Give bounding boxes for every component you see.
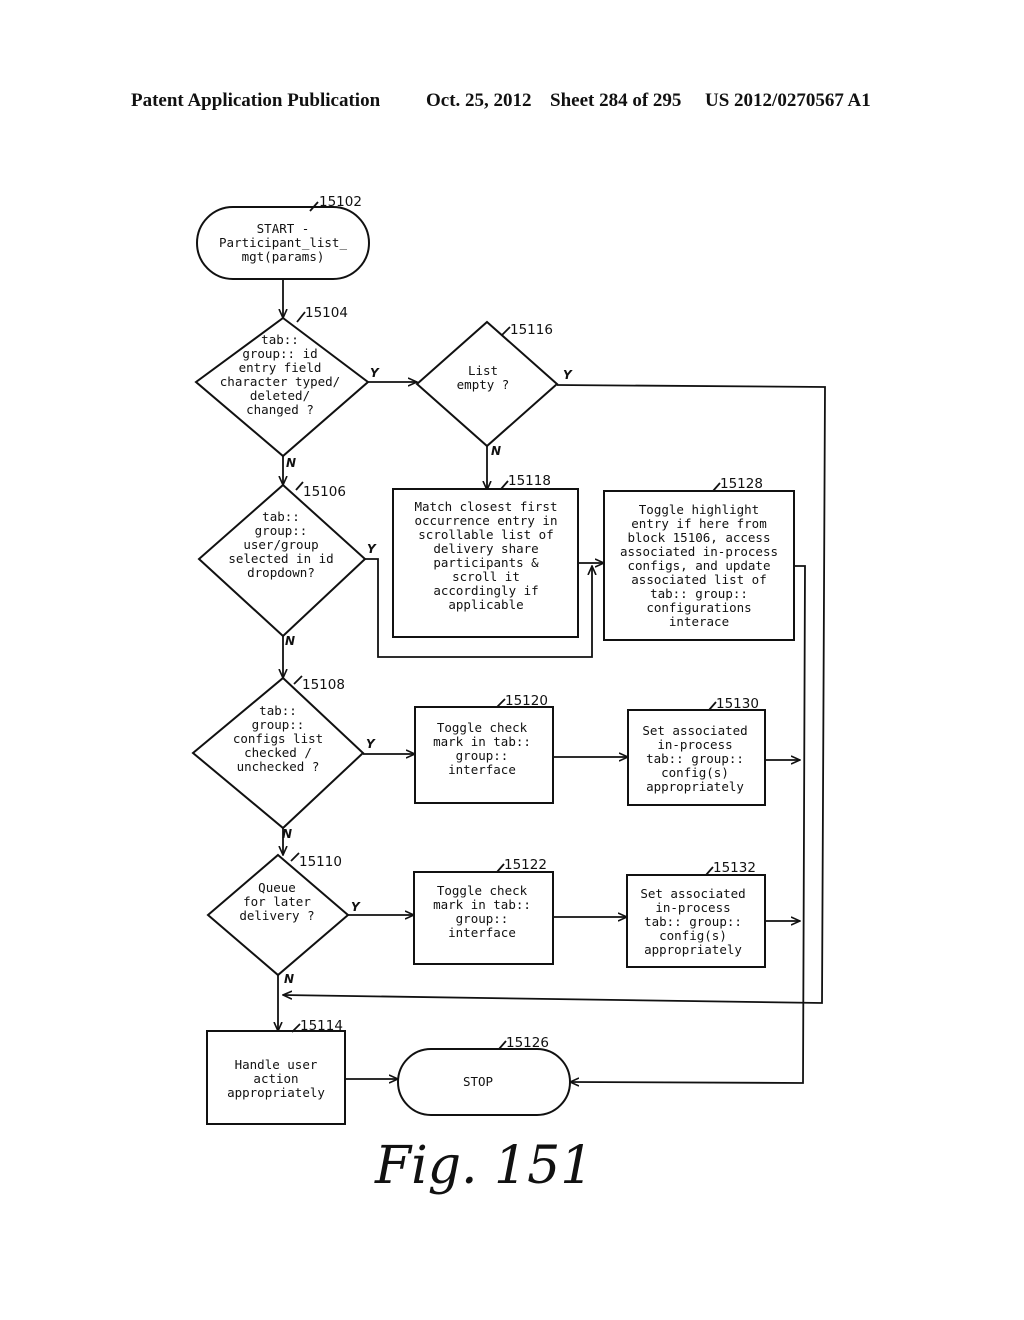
node-text-line: scrollable list of: [418, 527, 553, 542]
node-text-line: Handle user: [235, 1057, 318, 1072]
node-text-line: Set associated: [640, 886, 745, 901]
node-text-line: mark in tab::: [433, 734, 531, 749]
ref-15118: 15118: [508, 473, 551, 489]
node-text-line: entry if here from: [631, 516, 766, 531]
ref-15108: 15108: [302, 677, 345, 693]
node-text-line: START -: [257, 221, 310, 236]
node-text-line: Set associated: [642, 723, 747, 738]
node-text-line: Toggle check: [437, 720, 528, 735]
node-text-line: scroll it: [452, 569, 520, 584]
node-text-line: tab:: group::: [644, 914, 742, 929]
ref-15114: 15114: [300, 1018, 343, 1034]
label-no-15110: N: [284, 972, 294, 986]
label-yes-15106: Y: [367, 542, 377, 556]
node-text-line: tab:: group::: [650, 586, 748, 601]
label-no-15116: N: [491, 444, 501, 458]
node-text-line: associated in-process: [620, 544, 778, 559]
node-text-line: tab::: [259, 703, 297, 718]
node-text-line: STOP: [463, 1074, 493, 1089]
node-text-line: entry field: [239, 360, 322, 375]
figure-label: Fig. 151: [374, 1136, 593, 1196]
node-text-line: mark in tab::: [433, 897, 531, 912]
node-text-line: group::: [255, 523, 308, 538]
node-text-line: participants &: [433, 555, 539, 570]
node-text-15126: STOP: [463, 1074, 493, 1089]
node-text-line: configurations: [646, 600, 751, 615]
ref-15104: 15104: [305, 305, 348, 321]
node-text-line: delivery share: [433, 541, 538, 556]
node-text-line: dropdown?: [247, 565, 315, 580]
node-text-line: changed ?: [246, 402, 314, 417]
node-text-line: appropriately: [646, 779, 744, 794]
node-text-line: applicable: [448, 597, 523, 612]
node-text-line: interface: [448, 925, 516, 940]
node-text-line: group::: [456, 911, 509, 926]
node-text-line: interace: [669, 614, 729, 629]
node-text-line: action: [253, 1071, 298, 1086]
ref-15110: 15110: [299, 854, 342, 870]
node-text-line: empty ?: [457, 377, 510, 392]
edge-15128-15126: [570, 565, 806, 1083]
node-text-line: List: [468, 363, 498, 378]
ref-15126: 15126: [506, 1035, 549, 1051]
node-text-line: config(s): [659, 928, 727, 943]
node-text-line: Queue: [258, 880, 296, 895]
node-text-line: appropriately: [644, 942, 742, 957]
ref-15106: 15106: [303, 484, 346, 500]
label-yes-15108: Y: [366, 737, 376, 751]
node-text-line: configs list: [233, 731, 323, 746]
ref-15122: 15122: [504, 857, 547, 873]
label-yes-15104: Y: [370, 366, 380, 380]
node-text-line: block 15106, access: [628, 530, 771, 545]
node-text-line: user/group: [243, 537, 318, 552]
label-no-15104: N: [286, 456, 296, 470]
node-text-line: unchecked ?: [237, 759, 320, 774]
label-no-15108: N: [282, 827, 292, 841]
node-text-line: config(s): [661, 765, 729, 780]
node-text-line: tab:: group::: [646, 751, 744, 766]
node-text-line: configs, and update: [628, 558, 771, 573]
node-text-line: tab::: [261, 332, 299, 347]
node-text-line: delivery ?: [239, 908, 314, 923]
label-yes-15110: Y: [351, 900, 361, 914]
node-text-15130: Set associated in-process tab:: group:: con…: [642, 723, 747, 794]
node-text-15132: Set associated in-process tab:: group:: con…: [640, 886, 745, 957]
node-text-line: Toggle highlight: [639, 502, 759, 517]
node-text-line: group::: [456, 748, 509, 763]
node-text-line: appropriately: [227, 1085, 325, 1100]
label-no-15106: N: [285, 634, 295, 648]
node-text-line: selected in id: [228, 551, 333, 566]
node-text-line: character typed/: [220, 374, 340, 389]
node-text-line: tab::: [262, 509, 300, 524]
node-text-line: checked /: [244, 745, 312, 760]
node-text-line: Match closest first: [415, 499, 558, 514]
node-text-line: in-process: [655, 900, 730, 915]
ref-15128: 15128: [720, 476, 763, 492]
ref-15130: 15130: [716, 696, 759, 712]
node-text-line: in-process: [657, 737, 732, 752]
node-text-line: Participant_list_: [219, 235, 347, 250]
ref-15132: 15132: [713, 860, 756, 876]
label-yes-15116: Y: [563, 368, 573, 382]
node-text-line: for later: [243, 894, 311, 909]
flowchart: 15102 15104 15116 15118 15128 15106 1510…: [191, 194, 826, 1196]
ref-15116: 15116: [510, 322, 553, 338]
node-text-15118: Match closest first occurrence entry in sc…: [415, 499, 558, 612]
node-text-line: interface: [448, 762, 516, 777]
node-text-line: associated list of: [631, 572, 766, 587]
ref-15102: 15102: [319, 194, 362, 210]
node-text-line: group::: [252, 717, 305, 732]
node-text-line: group:: id: [242, 346, 317, 361]
node-text-line: accordingly if: [433, 583, 538, 598]
ref-15120: 15120: [505, 693, 548, 709]
node-text-line: occurrence entry in: [415, 513, 558, 528]
node-text-line: mgt(params): [242, 249, 325, 264]
node-text-line: deleted/: [250, 388, 310, 403]
node-text-line: Toggle check: [437, 883, 528, 898]
